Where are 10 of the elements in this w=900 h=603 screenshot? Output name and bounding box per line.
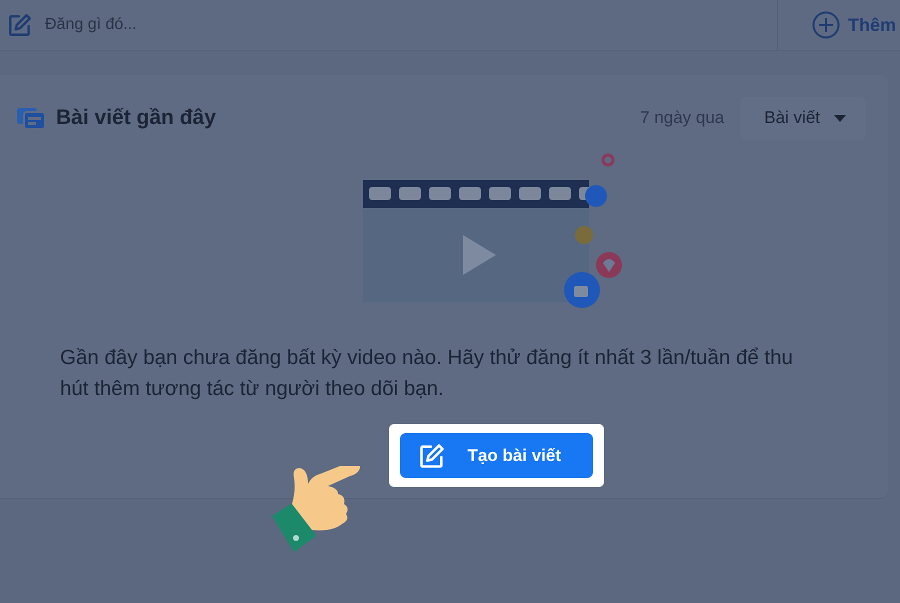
create-post-button[interactable]: Tạo bài viết — [400, 433, 592, 478]
post-prompt[interactable]: Đăng gì đó... — [45, 16, 137, 34]
posts-icon — [16, 105, 46, 131]
plus-circle-icon — [812, 11, 840, 39]
caret-icon — [834, 114, 846, 122]
edit-icon — [7, 12, 33, 38]
add-link[interactable]: Thêm — [848, 14, 896, 36]
section-title: Bài viết gần đây — [56, 106, 216, 130]
edit-icon — [418, 442, 446, 470]
empty-state-message: Gần đây bạn chưa đăng bất kỳ video nào. Hãy thử đăng ít nhất 3 lần/tuần để thu hút thêm tương tác từ người theo dõi bạn. — [60, 345, 794, 402]
